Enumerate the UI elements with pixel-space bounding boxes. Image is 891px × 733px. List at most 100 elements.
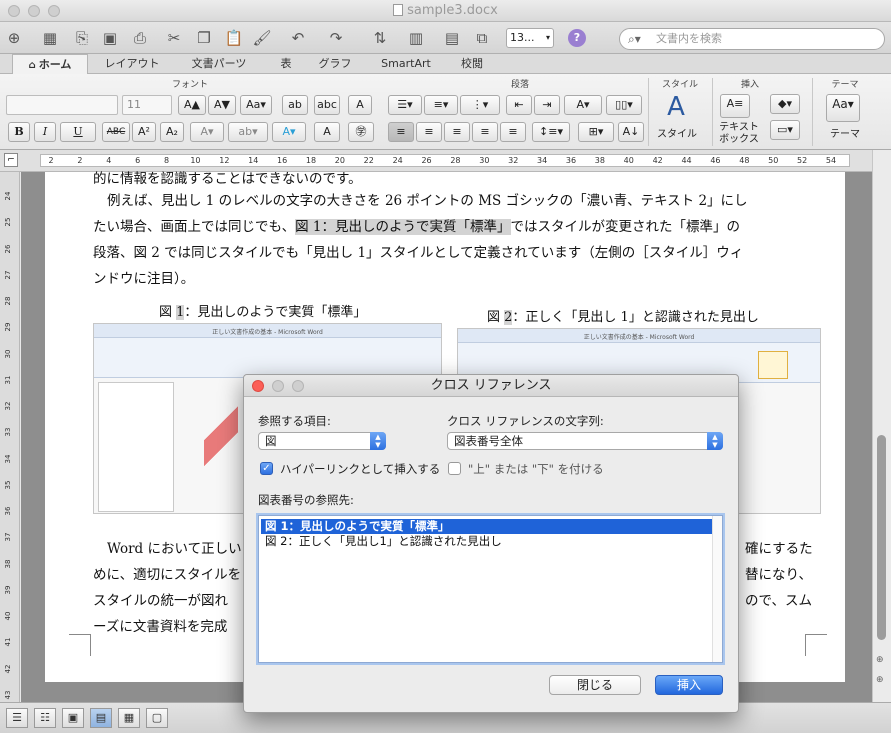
underline-button[interactable]: U bbox=[60, 122, 96, 142]
line-spacing-button[interactable]: ↕≡▾ bbox=[532, 122, 570, 142]
italic-button[interactable]: I bbox=[34, 122, 56, 142]
ruler-number: 28 bbox=[450, 156, 461, 165]
theme-icon[interactable]: Aa▾ bbox=[826, 94, 860, 122]
paragraph-marks-icon[interactable]: ⇅ bbox=[370, 28, 390, 48]
figure-style-pane bbox=[98, 382, 174, 512]
caption-text: 図 bbox=[487, 310, 505, 325]
tab-table[interactable]: 表 bbox=[266, 54, 306, 74]
dialog-close-icon[interactable] bbox=[252, 380, 264, 392]
above-below-checkbox[interactable] bbox=[448, 462, 461, 475]
view-icon[interactable]: ⧉ bbox=[472, 28, 492, 48]
close-button[interactable]: 閉じる bbox=[549, 675, 641, 695]
cross-reference-field[interactable]: 図 1：見出しのようで実質「標準」 bbox=[295, 219, 511, 235]
vertical-ruler[interactable]: 24 25 26 27 28 29 30 31 32 33 34 35 36 37 38 39 40 41 42 43 bbox=[0, 172, 20, 702]
borders-button[interactable]: ⊞▾ bbox=[578, 122, 614, 142]
tab-selector-icon[interactable]: ⌐ bbox=[4, 153, 18, 167]
outline-view-button[interactable]: ☷ bbox=[34, 708, 56, 728]
tab-layout[interactable]: レイアウト bbox=[92, 54, 172, 74]
redo-icon[interactable]: ↷ bbox=[326, 28, 346, 48]
draft-view-button[interactable]: ☰ bbox=[6, 708, 28, 728]
focus-view-button[interactable]: ▢ bbox=[146, 708, 168, 728]
enclose-char-button[interactable]: ㊫ bbox=[348, 122, 374, 142]
shapes-icon[interactable]: ◆▾ bbox=[770, 94, 800, 114]
increase-indent-button[interactable]: ⇥ bbox=[534, 95, 560, 115]
list-item[interactable]: 図 2：正しく「見出し1」と認識された見出し bbox=[261, 534, 712, 549]
help-icon[interactable]: ? bbox=[568, 29, 586, 47]
change-case-button[interactable]: Aa▾ bbox=[240, 95, 272, 115]
bold-button[interactable]: B bbox=[8, 122, 30, 142]
strikethrough-button[interactable]: ABC bbox=[102, 122, 130, 142]
insert-ref-select[interactable]: 図表番号全体 ▲ ▼ bbox=[447, 432, 723, 450]
tab-chart[interactable]: グラフ bbox=[310, 54, 360, 74]
tab-document-parts[interactable]: 文書パーツ bbox=[176, 54, 262, 74]
undo-icon[interactable]: ↶ bbox=[288, 28, 308, 48]
print-layout-view-button[interactable]: ▤ bbox=[90, 708, 112, 728]
highlight-button[interactable]: ab▾ bbox=[228, 122, 268, 142]
ruler-number: 34 bbox=[537, 156, 548, 165]
vertical-scrollbar[interactable]: ⊕ ⊕ bbox=[872, 150, 891, 702]
numbering-button[interactable]: ≡▾ bbox=[424, 95, 458, 115]
styles-icon[interactable]: A bbox=[656, 92, 696, 122]
textbox-icon[interactable]: A≡ bbox=[720, 94, 750, 118]
text-direction-button[interactable]: A▾ bbox=[564, 95, 602, 115]
list-item[interactable]: 図 1：見出しのようで実質「標準」 bbox=[261, 519, 712, 534]
grow-font-button[interactable]: A▲ bbox=[178, 95, 206, 115]
zoom-select[interactable]: 13... ▾ bbox=[506, 28, 554, 48]
sidebar-icon[interactable]: ▥ bbox=[406, 28, 426, 48]
copy-icon[interactable]: ❐ bbox=[194, 28, 214, 48]
paste-icon[interactable]: 📋 bbox=[224, 28, 244, 48]
sort-button[interactable]: A↓ bbox=[618, 122, 644, 142]
columns-button[interactable]: ▯▯▾ bbox=[606, 95, 642, 115]
open-icon[interactable]: ⎘ bbox=[72, 28, 92, 48]
ruler-number: 44 bbox=[681, 156, 692, 165]
scroll-up-icon[interactable]: ⊕ bbox=[876, 655, 884, 665]
ruler-number: 38 bbox=[594, 156, 605, 165]
tab-smartart[interactable]: SmartArt bbox=[366, 54, 446, 74]
hyperlink-checkbox[interactable]: ✓ bbox=[260, 462, 273, 475]
search-input[interactable]: ⌕▾ 文書内を検索 bbox=[619, 28, 885, 50]
char-shading-button[interactable]: A bbox=[314, 122, 340, 142]
subscript-button[interactable]: A₂ bbox=[160, 122, 184, 142]
align-center-button[interactable]: ≡ bbox=[416, 122, 442, 142]
justify-button[interactable]: ≡ bbox=[472, 122, 498, 142]
shrink-font-button[interactable]: A▼ bbox=[208, 95, 236, 115]
align-right-button[interactable]: ≡ bbox=[444, 122, 470, 142]
cut-icon[interactable]: ✂ bbox=[164, 28, 184, 48]
tab-home[interactable]: ⌂ ホーム bbox=[12, 54, 88, 75]
scrollbar-thumb[interactable] bbox=[877, 435, 886, 640]
media-browser-icon[interactable]: ▤ bbox=[442, 28, 462, 48]
text-effects-button[interactable]: A▾ bbox=[272, 122, 306, 142]
cross-reference-dialog: クロス リファレンス 参照する項目: 図 ▲ ▼ クロス リファレンスの文字列: 図… bbox=[243, 374, 739, 713]
templates-icon[interactable]: ▦ bbox=[40, 28, 60, 48]
clear-format-button[interactable]: ab bbox=[282, 95, 308, 115]
format-painter-icon[interactable]: 🖌 bbox=[252, 28, 272, 48]
list-scrollbar[interactable] bbox=[712, 516, 722, 662]
tab-review[interactable]: 校閲 bbox=[450, 54, 494, 74]
ref-type-select[interactable]: 図 ▲ ▼ bbox=[258, 432, 386, 450]
print-icon[interactable]: ⎙ bbox=[130, 28, 150, 48]
distribute-button[interactable]: ≡ bbox=[500, 122, 526, 142]
caption-list[interactable]: 図 1：見出しのようで実質「標準」 図 2：正しく「見出し1」と認識された見出し bbox=[258, 515, 723, 663]
bullets-button[interactable]: ☰▾ bbox=[388, 95, 422, 115]
font-name-field[interactable] bbox=[6, 95, 118, 115]
align-left-button[interactable]: ≡ bbox=[388, 122, 414, 142]
home-icon: ⌂ bbox=[28, 60, 36, 71]
publishing-view-button[interactable]: ▣ bbox=[62, 708, 84, 728]
font-color-button[interactable]: A▾ bbox=[190, 122, 224, 142]
char-border-button[interactable]: A bbox=[348, 95, 372, 115]
picture-icon[interactable]: ▭▾ bbox=[770, 120, 800, 140]
textbox-label[interactable]: テキスト ボックス bbox=[712, 122, 766, 146]
notebook-view-button[interactable]: ▦ bbox=[118, 708, 140, 728]
phonetic-guide-button[interactable]: abc bbox=[314, 95, 340, 115]
new-document-icon[interactable]: ⊕ bbox=[4, 28, 24, 48]
save-icon[interactable]: ▣ bbox=[100, 28, 120, 48]
multilevel-list-button[interactable]: ⋮▾ bbox=[460, 95, 500, 115]
scroll-down-icon[interactable]: ⊕ bbox=[876, 675, 884, 685]
decrease-indent-button[interactable]: ⇤ bbox=[506, 95, 532, 115]
vertical-ruler-number: 32 bbox=[4, 401, 12, 411]
ruler-number: 16 bbox=[277, 156, 288, 165]
font-size-field[interactable]: 11 bbox=[122, 95, 172, 115]
body-line: 確にするた bbox=[745, 541, 813, 557]
superscript-button[interactable]: A² bbox=[132, 122, 156, 142]
insert-button[interactable]: 挿入 bbox=[655, 675, 723, 695]
